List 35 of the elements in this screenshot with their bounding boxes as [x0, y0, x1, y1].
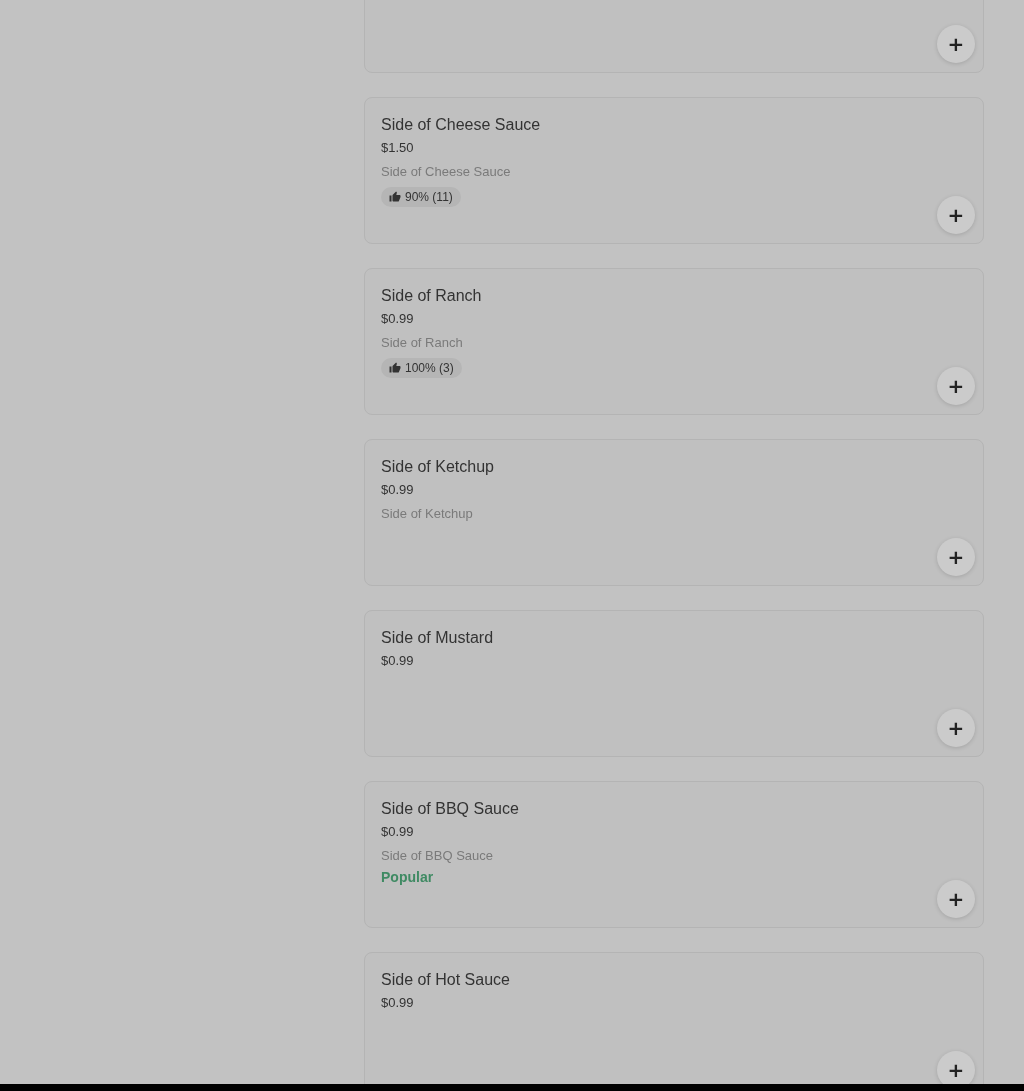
menu-item-card[interactable]: + [364, 0, 984, 73]
menu-item-card[interactable]: Side of Hot Sauce $0.99 + [364, 952, 984, 1084]
item-description: Side of BBQ Sauce [381, 847, 493, 865]
item-price: $0.99 [381, 481, 414, 499]
item-price: $1.50 [381, 139, 414, 157]
add-button[interactable]: + [937, 196, 975, 234]
thumbs-up-icon [389, 362, 401, 374]
item-name: Side of Cheese Sauce [381, 115, 541, 135]
menu-item-card[interactable]: Side of Cheese Sauce $1.50 Side of Cheese Sauce 90% (11) + [364, 97, 984, 244]
item-description: Side of Ranch [381, 334, 463, 352]
item-price: $0.99 [381, 994, 414, 1012]
item-price: $0.99 [381, 823, 414, 841]
item-name: Side of BBQ Sauce [381, 799, 519, 819]
menu-item-card[interactable]: Side of Ranch $0.99 Side of Ranch 100% (3) + [364, 268, 984, 415]
item-description: Side of Ketchup [381, 505, 473, 523]
popular-tag: Popular [381, 869, 434, 885]
rating-text: 100% (3) [405, 361, 454, 375]
add-button[interactable]: + [937, 880, 975, 918]
menu-item-card[interactable]: Side of BBQ Sauce $0.99 Side of BBQ Sauce Popular + [364, 781, 984, 928]
item-name: Side of Ranch [381, 286, 482, 306]
add-button[interactable]: + [937, 367, 975, 405]
item-name: Side of Ketchup [381, 457, 494, 477]
add-button[interactable]: + [937, 709, 975, 747]
menu-item-card[interactable]: Side of Ketchup $0.99 Side of Ketchup + [364, 439, 984, 586]
item-name: Side of Hot Sauce [381, 970, 510, 990]
thumbs-up-icon [389, 191, 401, 203]
add-button[interactable]: + [937, 25, 975, 63]
item-price: $0.99 [381, 310, 414, 328]
add-button[interactable]: + [937, 538, 975, 576]
item-price: $0.99 [381, 652, 414, 670]
menu-item-card[interactable]: Side of Mustard $0.99 + [364, 610, 984, 757]
add-button[interactable]: + [937, 1051, 975, 1084]
item-name: Side of Mustard [381, 628, 494, 648]
rating-text: 90% (11) [405, 190, 453, 204]
item-description: Side of Cheese Sauce [381, 163, 511, 181]
